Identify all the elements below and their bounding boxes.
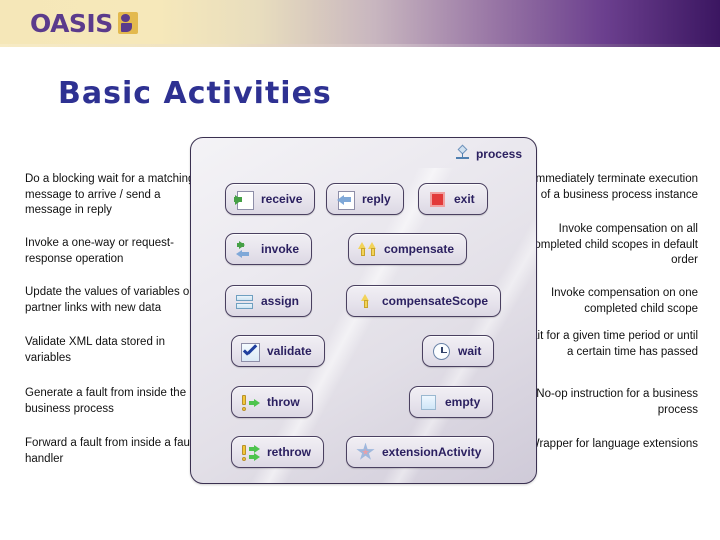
activity-empty-label: empty	[445, 395, 481, 409]
activity-wait[interactable]: wait	[422, 335, 495, 367]
validate-icon	[241, 342, 260, 362]
note-extension: Wrapper for language extensions	[528, 438, 698, 450]
throw-icon	[241, 393, 260, 412]
activity-exit[interactable]: exit	[418, 183, 488, 215]
note-assign: Update the values of variables or partne…	[25, 286, 194, 314]
oasis-logo-mark-icon	[117, 12, 138, 34]
activity-throw-label: throw	[267, 395, 300, 409]
activity-compensate-label: compensate	[384, 242, 455, 256]
compensate-scope-icon	[356, 292, 375, 311]
compensate-icon	[358, 240, 377, 259]
receive-icon	[234, 190, 254, 210]
process-label-text: process	[475, 146, 522, 161]
process-panel: process receive reply exit invoke compen…	[190, 137, 537, 484]
activity-assign[interactable]: assign	[225, 285, 313, 317]
activity-wait-label: wait	[458, 344, 482, 358]
clock-icon	[432, 342, 451, 361]
note-exit: Immediately terminate execution of a bus…	[532, 173, 698, 201]
activity-rethrow-label: rethrow	[267, 445, 312, 459]
activity-invoke-label: invoke	[261, 242, 300, 256]
activity-throw[interactable]: throw	[231, 386, 313, 418]
exit-icon	[428, 190, 447, 209]
note-throw: Generate a fault from inside the busines…	[25, 387, 187, 415]
oasis-logo-text: OASIS	[30, 8, 113, 38]
note-invoke: Invoke a one-way or request-response ope…	[25, 237, 174, 265]
activity-empty[interactable]: empty	[409, 386, 494, 418]
activity-compensate-scope-label: compensateScope	[382, 294, 489, 308]
rethrow-icon	[241, 443, 260, 462]
activity-exit-label: exit	[454, 192, 475, 206]
empty-icon	[419, 393, 438, 412]
activity-compensate-scope[interactable]: compensateScope	[346, 285, 502, 317]
activity-rethrow[interactable]: rethrow	[231, 436, 325, 468]
activity-extension-label: extensionActivity	[382, 445, 482, 459]
activity-compensate[interactable]: compensate	[348, 233, 468, 265]
slide: OASIS Basic Activities Do a blocking wai…	[0, 0, 720, 540]
invoke-icon	[235, 240, 254, 259]
process-icon	[455, 144, 470, 161]
activity-extension[interactable]: extensionActivity	[346, 436, 495, 468]
process-label: process	[455, 144, 522, 161]
activity-assign-label: assign	[261, 294, 300, 308]
activity-reply[interactable]: reply	[326, 183, 404, 215]
activity-receive-label: receive	[261, 192, 303, 206]
star-icon	[356, 442, 375, 462]
note-validate: Validate XML data stored in variables	[25, 336, 165, 364]
activity-reply-label: reply	[362, 192, 391, 206]
oasis-logo: OASIS	[30, 9, 138, 37]
note-compensate-scope: Invoke compensation on one completed chi…	[550, 287, 698, 315]
activity-receive[interactable]: receive	[225, 183, 316, 215]
header-underline	[0, 44, 720, 47]
note-receive-reply: Do a blocking wait for a matching messag…	[25, 173, 195, 216]
activity-invoke[interactable]: invoke	[225, 233, 313, 265]
assign-icon	[235, 292, 254, 311]
activity-validate[interactable]: validate	[231, 335, 325, 367]
reply-icon	[336, 190, 355, 210]
page-title: Basic Activities	[58, 76, 332, 111]
note-wait: Wait for a given time period or until a …	[520, 330, 698, 358]
note-empty: No-op instruction for a business process	[536, 388, 698, 416]
activity-validate-label: validate	[267, 344, 312, 358]
note-rethrow: Forward a fault from inside a fault hand…	[25, 437, 196, 465]
note-compensate: Invoke compensation on all completed chi…	[528, 223, 698, 266]
